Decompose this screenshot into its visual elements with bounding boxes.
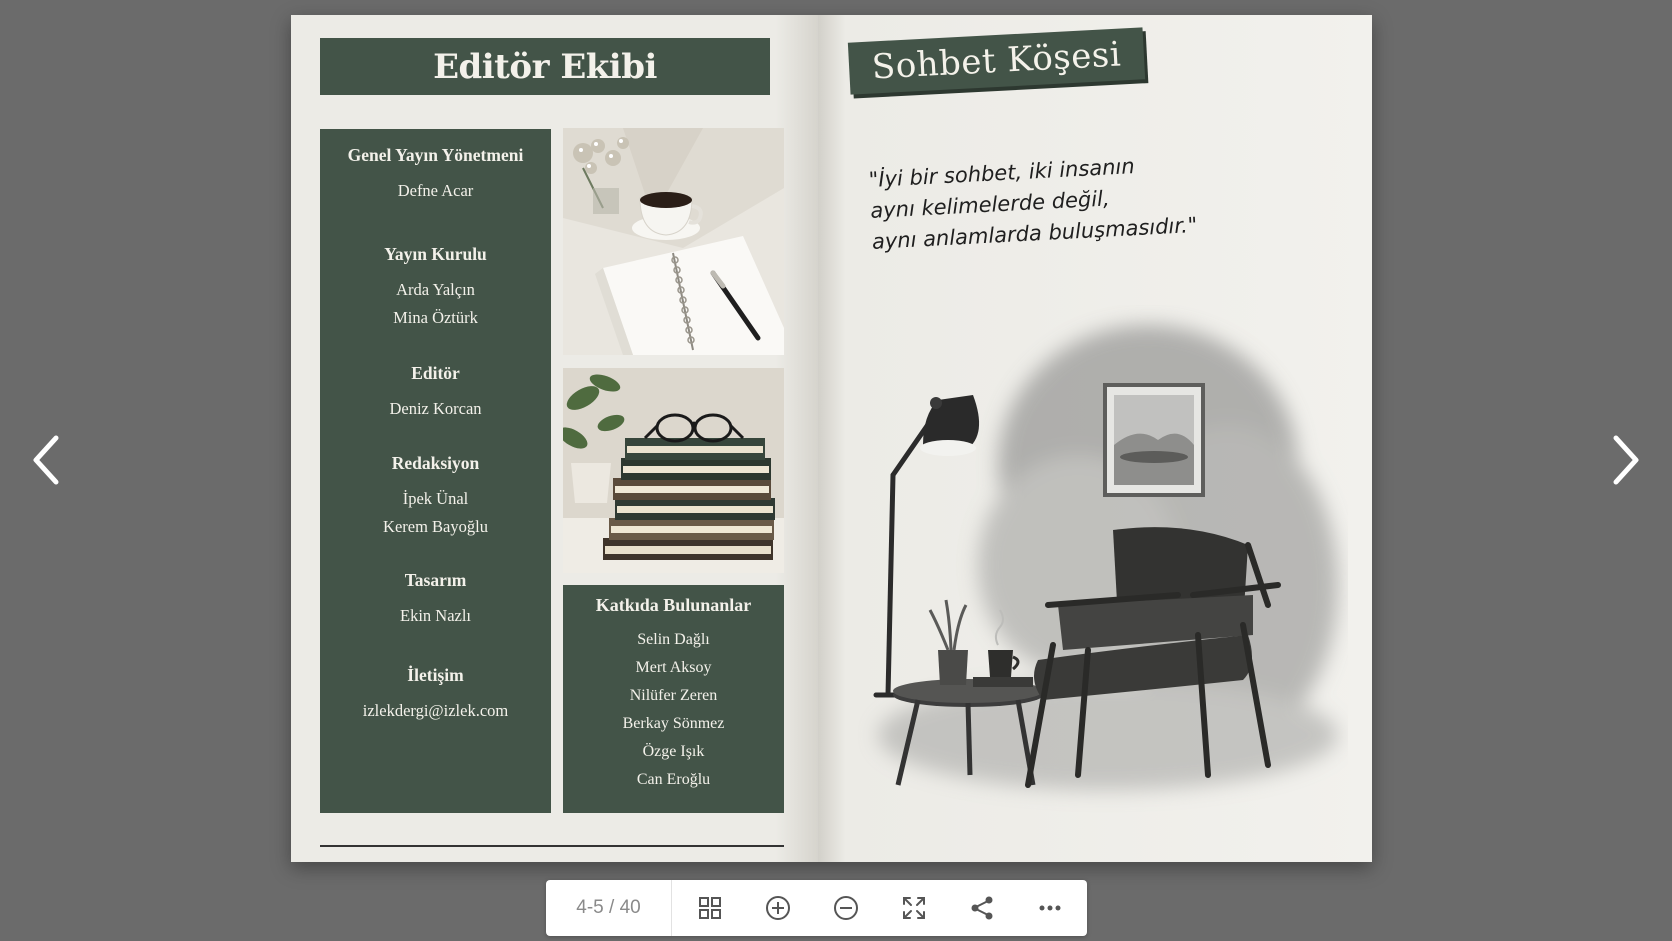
coffee-notebook-photo [563, 128, 784, 355]
contributor-name: Nilüfer Zeren [629, 687, 718, 704]
role-name: Arda Yalçın [396, 280, 475, 299]
viewer-toolbar: 4-5 / 40 [546, 880, 1087, 936]
contributor-name: Selin Dağlı [637, 631, 710, 648]
role-name: İpek Ünal [402, 489, 469, 508]
role-title: Yayın Kurulu [384, 244, 487, 264]
contributors-title: Katkıda Bulunanlar [595, 595, 752, 615]
contributors-list: Selin Dağlı Mert Aksoy Nilüfer Zeren Ber… [563, 626, 784, 794]
role-block: İletişim izlekdergi@izlek.com [320, 665, 551, 725]
editor-team-title-bar: Editör Ekibi [320, 38, 770, 95]
role-block: Redaksiyon İpek Ünal Kerem Bayoğlu [320, 453, 551, 541]
more-options-button[interactable] [1016, 880, 1084, 936]
chevron-left-icon [33, 435, 59, 485]
contributor-name: Özge Işık [642, 743, 705, 760]
role-name: Ekin Nazlı [399, 606, 472, 625]
magazine-spread: Editör Ekibi Genel Yayın Yönetmeni Defne… [291, 15, 1372, 862]
zoom-in-icon [766, 896, 790, 920]
armchair-lamp-illustration [873, 325, 1338, 790]
section-title: Sohbet Köşesi [870, 34, 1123, 88]
page-title: Editör Ekibi [433, 46, 657, 87]
role-title: Editör [411, 363, 460, 383]
role-name: Kerem Bayoğlu [383, 517, 488, 536]
left-page[interactable]: Editör Ekibi Genel Yayın Yönetmeni Defne… [291, 15, 818, 862]
quote-text: "İyi bir sohbet, iki insanın aynı kelime… [868, 147, 1212, 258]
staff-column: Genel Yayın Yönetmeni Defne Acar Yayın K… [320, 129, 551, 813]
next-page-arrow[interactable] [1596, 420, 1656, 500]
contributor-name: Mert Aksoy [635, 659, 712, 676]
books-glasses-photo [563, 368, 784, 573]
more-icon [1039, 905, 1061, 911]
zoom-in-button[interactable] [744, 880, 812, 936]
role-block: Genel Yayın Yönetmeni Defne Acar [320, 145, 551, 205]
share-icon [971, 896, 993, 920]
sohbet-title-tag: Sohbet Köşesi [847, 27, 1146, 95]
zoom-out-button[interactable] [812, 880, 880, 936]
bottom-divider [320, 845, 784, 847]
role-title: İletişim [407, 665, 464, 685]
zoom-out-icon [834, 896, 858, 920]
previous-page-arrow[interactable] [16, 420, 76, 500]
share-button[interactable] [948, 880, 1016, 936]
role-title: Tasarım [404, 570, 467, 590]
fullscreen-icon [903, 897, 925, 919]
role-block: Tasarım Ekin Nazlı [320, 570, 551, 630]
grid-icon [699, 897, 721, 919]
role-title: Genel Yayın Yönetmeni [347, 145, 524, 165]
fullscreen-button[interactable] [880, 880, 948, 936]
grid-view-button[interactable] [676, 880, 744, 936]
role-block: Editör Deniz Korcan [320, 363, 551, 423]
role-name: Mina Öztürk [393, 308, 478, 327]
contact-email: izlekdergi@izlek.com [362, 701, 509, 720]
chevron-right-icon [1613, 435, 1639, 485]
contributor-name: Can Eroğlu [636, 771, 711, 788]
role-title: Redaksiyon [391, 453, 480, 473]
page-indicator: 4-5 / 40 [546, 880, 672, 936]
role-name: Defne Acar [397, 181, 474, 200]
role-name: Deniz Korcan [389, 399, 482, 418]
role-block: Yayın Kurulu Arda Yalçın Mina Öztürk [320, 244, 551, 332]
contributors-box: Katkıda Bulunanlar Selin Dağlı Mert Akso… [563, 585, 784, 813]
right-page[interactable]: Sohbet Köşesi "İyi bir sohbet, iki insan… [818, 15, 1372, 862]
contributor-name: Berkay Sönmez [622, 715, 725, 732]
